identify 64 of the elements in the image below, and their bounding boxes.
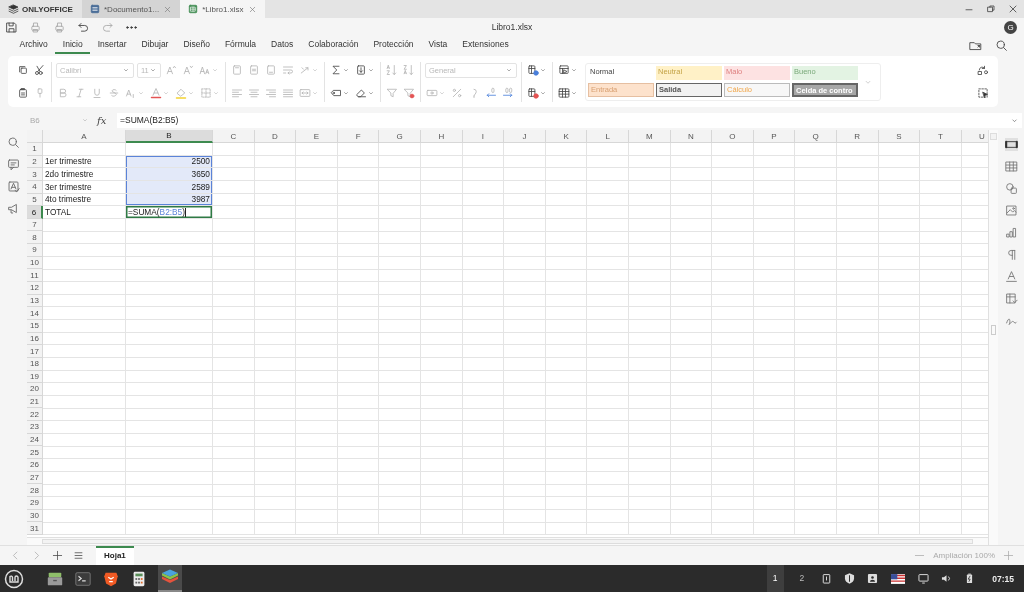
column-header[interactable]: C	[213, 130, 255, 143]
row-header[interactable]: 3	[27, 168, 43, 181]
row-header[interactable]: 11	[27, 269, 43, 283]
function-button[interactable]: fx	[97, 114, 111, 126]
column-header[interactable]: F	[337, 130, 380, 143]
row-header[interactable]: 26	[27, 459, 43, 472]
row-header[interactable]: 6	[27, 206, 43, 219]
workspace-button[interactable]: 1	[766, 565, 784, 592]
document-tab[interactable]: *Documento1...	[82, 0, 181, 18]
sheet-tab[interactable]: Hoja1	[96, 546, 134, 565]
app-home-tab[interactable]: ONLYOFFICE	[0, 0, 82, 18]
row-header[interactable]: 31	[27, 522, 43, 535]
column-header[interactable]: T	[920, 130, 962, 143]
menu-tab[interactable]: Vista	[421, 36, 455, 54]
column-header[interactable]: H	[420, 130, 463, 143]
menu-tab[interactable]: Colaboración	[300, 36, 366, 54]
menu-tab[interactable]: Fórmula	[217, 36, 264, 54]
row-header[interactable]: 9	[27, 244, 43, 257]
row-header[interactable]: 20	[27, 383, 43, 396]
clock[interactable]: 07:15	[986, 573, 1020, 584]
menu-tab[interactable]: Insertar	[90, 36, 134, 54]
row-header[interactable]: 17	[27, 345, 43, 358]
row-header[interactable]: 28	[27, 484, 43, 497]
row-header[interactable]: 8	[27, 231, 43, 245]
row-header[interactable]: 22	[27, 408, 43, 422]
column-header[interactable]: N	[670, 130, 713, 143]
document-tab[interactable]: *Libro1.xlsx	[180, 0, 265, 18]
column-header[interactable]: E	[296, 130, 338, 143]
column-header[interactable]: L	[587, 130, 629, 143]
formula-field[interactable]: =SUMA(B2:B5)	[117, 112, 1022, 128]
column-header[interactable]: J	[504, 130, 546, 143]
window-title: Libro1.xlsx	[490, 22, 534, 32]
column-header[interactable]: D	[254, 130, 297, 143]
table-cell[interactable]: 2500	[126, 155, 213, 169]
column-header[interactable]: I	[462, 130, 505, 143]
column-header[interactable]: R	[836, 130, 879, 143]
row-header[interactable]: 14	[27, 307, 43, 320]
menu-tab[interactable]: Diseño	[175, 36, 218, 54]
menu-tab[interactable]: Archivo	[12, 36, 56, 54]
column-header[interactable]: B	[126, 130, 213, 143]
workspace-button[interactable]: 2	[793, 565, 811, 592]
column-header[interactable]: K	[545, 130, 588, 143]
menu-tab[interactable]: Datos	[263, 36, 301, 54]
column-header[interactable]: O	[712, 130, 754, 143]
row-header[interactable]: 23	[27, 421, 43, 434]
row-header[interactable]: 25	[27, 446, 43, 459]
column-header[interactable]: G	[379, 130, 421, 143]
column-header[interactable]: Q	[795, 130, 837, 143]
table-cell[interactable]: =SUMA(B2:B5)	[126, 206, 213, 219]
zoom-level: Ampliación 100%	[933, 551, 995, 560]
table-cell[interactable]: 3650	[126, 168, 213, 181]
row-header[interactable]: 12	[27, 282, 43, 295]
menu-tab[interactable]: Inicio	[55, 36, 91, 54]
user-avatar[interactable]: G	[1004, 20, 1017, 34]
column-header[interactable]: U	[961, 130, 988, 143]
column-header[interactable]: P	[753, 130, 796, 143]
table-cell[interactable]: TOTAL	[43, 206, 126, 219]
row-header[interactable]: 1	[27, 143, 43, 156]
column-header[interactable]: M	[628, 130, 671, 143]
menu-tab[interactable]: Dibujar	[134, 36, 176, 54]
column-header[interactable]: A	[43, 130, 126, 143]
column-header[interactable]: S	[878, 130, 921, 143]
menu-tab[interactable]: Extensiones	[454, 36, 517, 54]
menu-tab[interactable]: Protección	[365, 36, 422, 54]
